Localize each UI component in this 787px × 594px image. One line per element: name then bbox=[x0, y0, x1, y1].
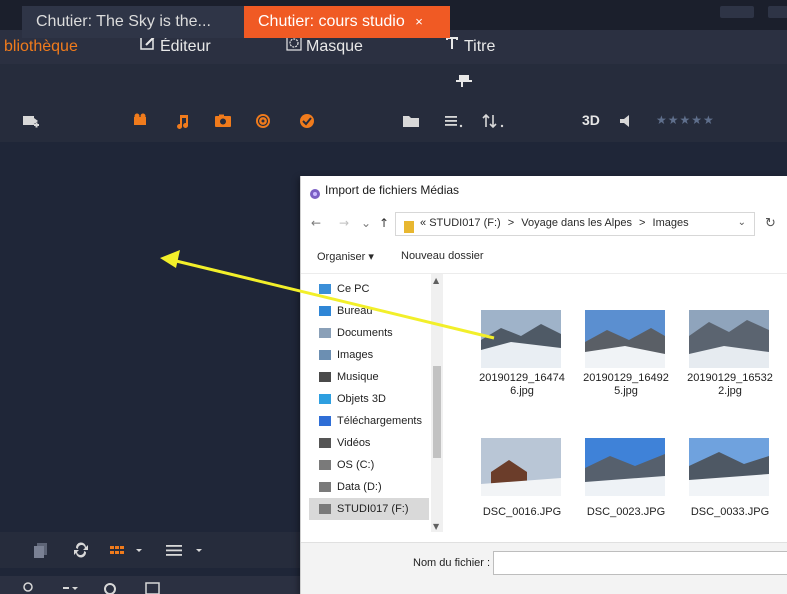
photo-thumbnail-image bbox=[481, 438, 561, 496]
window-button[interactable] bbox=[768, 6, 787, 18]
address-field[interactable]: « STUDI017 (F:) > Voyage dans les Alpes … bbox=[395, 212, 755, 236]
file-name: 20190129_16474 6.jpg bbox=[479, 372, 565, 397]
objects3d-icon bbox=[319, 394, 331, 405]
recent-locations-button[interactable]: ⌄ bbox=[361, 216, 371, 230]
import-media-dialog: Import de fichiers Médias ← → ⌄ ↑ « STUD… bbox=[300, 176, 787, 594]
address-bar-row: ← → ⌄ ↑ « STUDI017 (F:) > Voyage dans le… bbox=[301, 206, 787, 240]
nav-item-bureau[interactable]: Bureau bbox=[319, 300, 372, 322]
nav-item-objets-3d[interactable]: Objets 3D bbox=[319, 388, 386, 410]
project-icon[interactable] bbox=[254, 112, 272, 130]
list-view-icon[interactable] bbox=[164, 541, 208, 559]
close-tab-icon[interactable]: × bbox=[415, 14, 423, 29]
window-button[interactable] bbox=[720, 6, 754, 18]
images-icon bbox=[319, 350, 331, 361]
nav-scrollbar-thumb[interactable] bbox=[433, 366, 441, 458]
nav-item-musique[interactable]: Musique bbox=[319, 366, 379, 388]
sync-icon[interactable] bbox=[72, 541, 90, 559]
import-app-icon bbox=[309, 185, 321, 199]
photo-thumbnail-image bbox=[481, 310, 561, 368]
nav-item-vid-os[interactable]: Vidéos bbox=[319, 432, 370, 454]
music-icon[interactable] bbox=[174, 112, 192, 130]
tab-bin-sky[interactable]: Chutier: The Sky is the... bbox=[22, 6, 246, 38]
file-name: DSC_0016.JPG bbox=[482, 506, 562, 518]
filename-label: Nom du fichier : bbox=[413, 557, 491, 569]
scroll-down-icon[interactable]: ▼ bbox=[433, 522, 439, 531]
dialog-title: Import de fichiers Médias bbox=[325, 183, 460, 197]
add-media-icon[interactable] bbox=[22, 112, 40, 130]
photo-icon[interactable] bbox=[214, 112, 232, 130]
file-thumbnail[interactable]: DSC_0023.JPG bbox=[571, 432, 671, 528]
tab-title[interactable]: Titre bbox=[444, 30, 495, 64]
filename-input[interactable] bbox=[493, 551, 787, 575]
photo-thumbnail-image bbox=[585, 438, 665, 496]
back-button[interactable]: ← bbox=[311, 216, 321, 230]
nav-item-studi017-f-[interactable]: STUDI017 (F:) bbox=[309, 498, 429, 520]
forward-button[interactable]: → bbox=[339, 216, 349, 230]
desktop-icon bbox=[319, 306, 331, 317]
bin-tab-bar bbox=[0, 64, 787, 102]
search-icon[interactable] bbox=[102, 580, 120, 594]
image-icon[interactable] bbox=[144, 580, 162, 594]
nav-item-ce-pc[interactable]: Ce PC bbox=[319, 278, 369, 300]
breadcrumb: « STUDI017 (F:) > Voyage dans les Alpes … bbox=[420, 217, 689, 229]
chevron-down-icon[interactable]: ⌄ bbox=[738, 217, 746, 228]
nav-item-images[interactable]: Images bbox=[319, 344, 373, 366]
videos-icon bbox=[319, 438, 331, 449]
file-name: 20190129_16532 2.jpg bbox=[687, 372, 773, 397]
organize-button[interactable]: Organiser ▾ bbox=[317, 250, 374, 263]
video-icon[interactable] bbox=[132, 112, 150, 130]
command-bar: Organiser ▾ Nouveau dossier bbox=[301, 240, 787, 274]
photo-thumbnail-image bbox=[585, 310, 665, 368]
photo-thumbnail-image bbox=[689, 310, 769, 368]
usb-drive-icon bbox=[319, 504, 331, 515]
folder-icon bbox=[404, 218, 414, 233]
file-thumbnail[interactable]: DSC_0016.JPG bbox=[467, 432, 567, 528]
3d-view-toggle[interactable]: 3D bbox=[582, 112, 600, 128]
photo-thumbnail-image bbox=[689, 438, 769, 496]
downloads-icon bbox=[319, 416, 331, 427]
dialog-title-bar: Import de fichiers Médias bbox=[301, 176, 787, 206]
breadcrumb-drive[interactable]: STUDI017 (F:) bbox=[429, 217, 501, 229]
file-thumbnail[interactable]: DSC_0033.JPG bbox=[675, 432, 775, 528]
tab-bin-cours-studio[interactable]: Chutier: cours studio × bbox=[244, 6, 450, 38]
speaker-icon[interactable] bbox=[618, 112, 636, 130]
file-name: DSC_0023.JPG bbox=[586, 506, 666, 518]
refresh-icon[interactable]: ↻ bbox=[765, 216, 776, 231]
check-icon[interactable] bbox=[298, 112, 316, 130]
up-folder-button[interactable]: ↑ bbox=[379, 216, 389, 230]
nav-item-data-d-[interactable]: Data (D:) bbox=[319, 476, 382, 498]
file-thumbnail[interactable]: 20190129_16474 6.jpg bbox=[467, 304, 567, 400]
breadcrumb-folder[interactable]: Voyage dans les Alpes bbox=[521, 217, 632, 229]
file-name: 20190129_16492 5.jpg bbox=[583, 372, 669, 397]
file-name: DSC_0033.JPG bbox=[690, 506, 770, 518]
sort-icon[interactable] bbox=[482, 112, 504, 130]
file-thumbnail[interactable]: 20190129_16492 5.jpg bbox=[571, 304, 671, 400]
file-thumbnail[interactable]: 20190129_16532 2.jpg bbox=[675, 304, 775, 400]
scroll-up-icon[interactable]: ▲ bbox=[433, 276, 439, 285]
music-icon bbox=[319, 372, 331, 383]
drive-icon bbox=[319, 460, 331, 471]
nav-item-documents[interactable]: Documents bbox=[319, 322, 393, 344]
grid-view-icon[interactable] bbox=[108, 541, 148, 559]
dropdown-icon[interactable] bbox=[62, 582, 80, 594]
pin-icon[interactable] bbox=[456, 72, 472, 88]
folder-icon[interactable] bbox=[402, 112, 420, 130]
list-sort-icon[interactable] bbox=[444, 112, 463, 130]
nav-item-t-l-chargements[interactable]: Téléchargements bbox=[319, 410, 422, 432]
rating-filter[interactable]: ★★★★★ bbox=[656, 113, 715, 127]
drive-icon bbox=[319, 482, 331, 493]
breadcrumb-subfolder[interactable]: Images bbox=[653, 217, 689, 229]
nav-item-os-c-[interactable]: OS (C:) bbox=[319, 454, 374, 476]
pc-icon bbox=[319, 284, 331, 295]
filename-row: Nom du fichier : bbox=[301, 542, 787, 594]
new-folder-button[interactable]: Nouveau dossier bbox=[401, 250, 484, 262]
stack-icon[interactable] bbox=[32, 541, 50, 559]
tools-icon[interactable] bbox=[22, 580, 40, 594]
documents-icon bbox=[319, 328, 331, 339]
